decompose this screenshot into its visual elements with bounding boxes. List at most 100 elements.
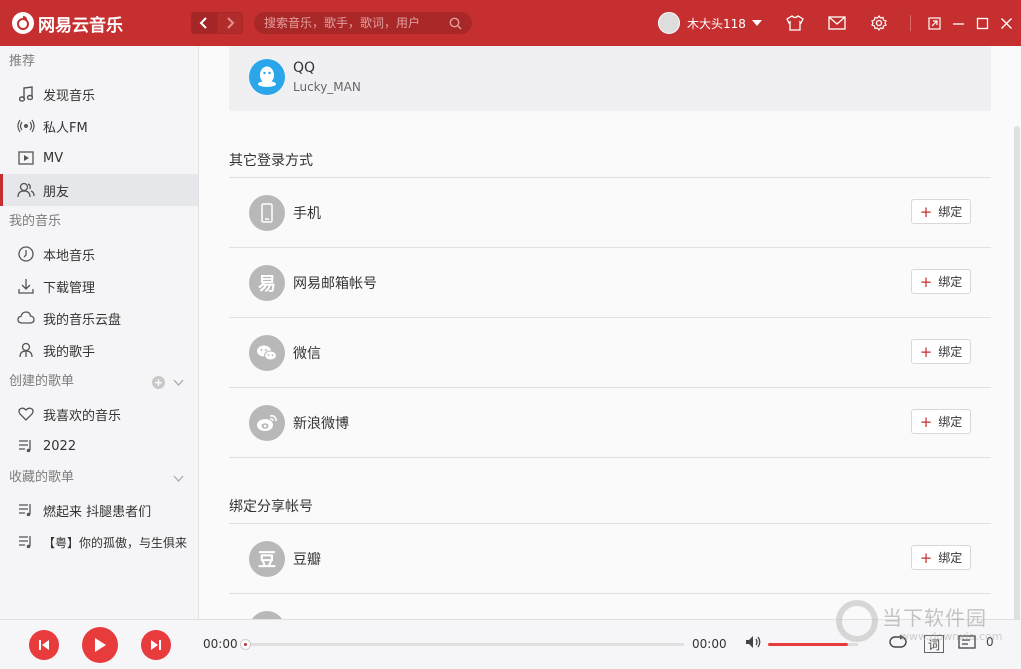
login-row-phone: 手机 + 绑定 bbox=[229, 178, 991, 248]
sidebar-item-label: 我的歌手 bbox=[43, 344, 96, 360]
sidebar-item-label: 发现音乐 bbox=[43, 88, 96, 104]
close-icon[interactable] bbox=[997, 13, 1015, 33]
sidebar-item-friends[interactable]: 朋友 bbox=[0, 174, 198, 206]
plus-icon: + bbox=[919, 548, 933, 567]
qq-username: Lucky_MAN bbox=[293, 80, 361, 94]
bind-label: 绑定 bbox=[938, 551, 963, 565]
scrollbar[interactable] bbox=[1014, 126, 1020, 619]
play-button[interactable] bbox=[82, 627, 118, 663]
volume-icon[interactable] bbox=[745, 635, 763, 649]
share-row-partial bbox=[229, 594, 991, 619]
section-title: 收藏的歌单 bbox=[9, 470, 75, 485]
account-binding-panel: QQ Lucky_MAN 其它登录方式 手机 + 绑定 易 网易邮箱帐号 + 绑定 … bbox=[199, 46, 1021, 619]
play-icon bbox=[95, 638, 106, 652]
add-playlist-icon[interactable]: + bbox=[152, 375, 165, 389]
chevron-right-icon bbox=[227, 17, 235, 29]
login-row-label: 手机 bbox=[293, 205, 321, 222]
bind-wechat-button[interactable]: + 绑定 bbox=[911, 339, 971, 364]
plus-icon: + bbox=[919, 412, 933, 431]
playlist-count: 0 bbox=[986, 635, 994, 649]
sidebar-item-fm[interactable]: 私人FM bbox=[0, 110, 198, 142]
mini-mode-icon[interactable] bbox=[925, 13, 943, 33]
lyrics-label: 词 bbox=[927, 637, 940, 652]
douban-glyph: 豆 bbox=[258, 549, 276, 571]
sidebar-item-label: 2022 bbox=[43, 438, 77, 454]
lyrics-button[interactable]: 词 bbox=[924, 635, 944, 653]
chevron-down-icon[interactable] bbox=[173, 379, 184, 386]
volume-slider[interactable] bbox=[768, 643, 848, 646]
sidebar-section-my-music: 我的音乐 bbox=[0, 206, 198, 238]
mail-icon[interactable] bbox=[826, 13, 848, 33]
sidebar-section-collected-playlists: 收藏的歌单 bbox=[0, 462, 198, 494]
sidebar-item-cloud[interactable]: 我的音乐云盘 bbox=[0, 302, 198, 334]
sidebar-item-label: 我喜欢的音乐 bbox=[43, 408, 122, 424]
sidebar-item-collected-1[interactable]: 燃起来 抖腿患者们 bbox=[0, 494, 198, 526]
sidebar-item-playlist-2022[interactable]: 2022 bbox=[0, 430, 198, 462]
title-bar-tools bbox=[784, 13, 1015, 33]
plus-icon: + bbox=[919, 202, 933, 221]
next-icon bbox=[151, 640, 161, 650]
sidebar-item-collected-2[interactable]: 【粤】你的孤傲，与生俱来 bbox=[0, 526, 198, 558]
loop-mode-icon[interactable] bbox=[888, 635, 908, 649]
current-time: 00:00 bbox=[203, 637, 238, 651]
username[interactable]: 木大头118 bbox=[687, 15, 746, 32]
sidebar-item-downloads[interactable]: 下载管理 bbox=[0, 270, 198, 302]
sidebar-item-mv[interactable]: MV bbox=[0, 142, 198, 174]
chevron-down-icon[interactable] bbox=[173, 475, 184, 482]
avatar[interactable] bbox=[658, 12, 680, 34]
sidebar-item-label: 本地音乐 bbox=[43, 248, 96, 264]
video-icon bbox=[17, 149, 35, 167]
forward-button[interactable] bbox=[217, 12, 243, 34]
maximize-icon[interactable] bbox=[973, 13, 991, 33]
sidebar-item-label: 我的音乐云盘 bbox=[43, 312, 122, 328]
gear-icon[interactable] bbox=[868, 13, 890, 33]
search-input[interactable] bbox=[264, 16, 448, 30]
chevron-left-icon bbox=[199, 17, 207, 29]
title-bar-divider bbox=[910, 15, 911, 31]
plus-icon: + bbox=[919, 342, 933, 361]
login-row-wechat: 微信 + 绑定 bbox=[229, 318, 991, 388]
login-row-label: 网易邮箱帐号 bbox=[293, 275, 377, 292]
app-logo[interactable]: 网易云音乐 bbox=[12, 11, 123, 36]
douban-icon: 豆 bbox=[249, 540, 285, 577]
sidebar-item-label: 【粤】你的孤傲，与生俱来 bbox=[43, 535, 188, 550]
sidebar-item-discover[interactable]: 发现音乐 bbox=[0, 78, 198, 110]
minimize-icon[interactable] bbox=[949, 13, 967, 33]
playlist-button[interactable]: 0 bbox=[958, 635, 994, 649]
caret-down-icon[interactable] bbox=[751, 20, 762, 26]
user-menu[interactable]: 木大头118 bbox=[658, 12, 762, 34]
login-row-label: 微信 bbox=[293, 345, 321, 362]
app-logo-text: 网易云音乐 bbox=[38, 15, 123, 36]
sidebar-item-liked[interactable]: 我喜欢的音乐 bbox=[0, 398, 198, 430]
sidebar-item-label: MV bbox=[43, 150, 64, 166]
player-bar: 00:00 00:00 词 0 bbox=[0, 619, 1021, 669]
section-title: 创建的歌单 bbox=[9, 374, 75, 389]
search-icon[interactable] bbox=[448, 16, 462, 30]
weibo-icon bbox=[249, 404, 285, 441]
next-button[interactable] bbox=[141, 630, 171, 660]
back-button[interactable] bbox=[191, 12, 217, 34]
other-login-heading: 其它登录方式 bbox=[229, 153, 313, 169]
progress-handle[interactable] bbox=[240, 639, 251, 650]
bind-weibo-button[interactable]: + 绑定 bbox=[911, 409, 971, 434]
previous-button[interactable] bbox=[29, 630, 59, 660]
sidebar-section-recommend: 推荐 bbox=[0, 46, 198, 78]
sidebar-item-label: 下载管理 bbox=[43, 280, 96, 296]
bind-phone-button[interactable]: + 绑定 bbox=[911, 199, 971, 224]
local-music-icon bbox=[17, 245, 35, 263]
qq-label: QQ bbox=[293, 60, 316, 76]
sidebar-item-label: 朋友 bbox=[43, 184, 70, 200]
sidebar-item-local-music[interactable]: 本地音乐 bbox=[0, 238, 198, 270]
heart-icon bbox=[17, 405, 35, 423]
sidebar-item-singers[interactable]: 我的歌手 bbox=[0, 334, 198, 366]
bind-douban-button[interactable]: + 绑定 bbox=[911, 545, 971, 570]
bind-netease-mail-button[interactable]: + 绑定 bbox=[911, 269, 971, 294]
cloud-icon bbox=[17, 309, 35, 327]
volume-slider-rest[interactable] bbox=[848, 643, 858, 646]
skin-icon[interactable] bbox=[784, 13, 806, 33]
bind-label: 绑定 bbox=[938, 205, 963, 219]
wechat-icon bbox=[249, 334, 285, 371]
progress-slider[interactable] bbox=[240, 639, 684, 650]
section-tools: + bbox=[152, 375, 184, 389]
login-row-label: 新浪微博 bbox=[293, 415, 349, 432]
